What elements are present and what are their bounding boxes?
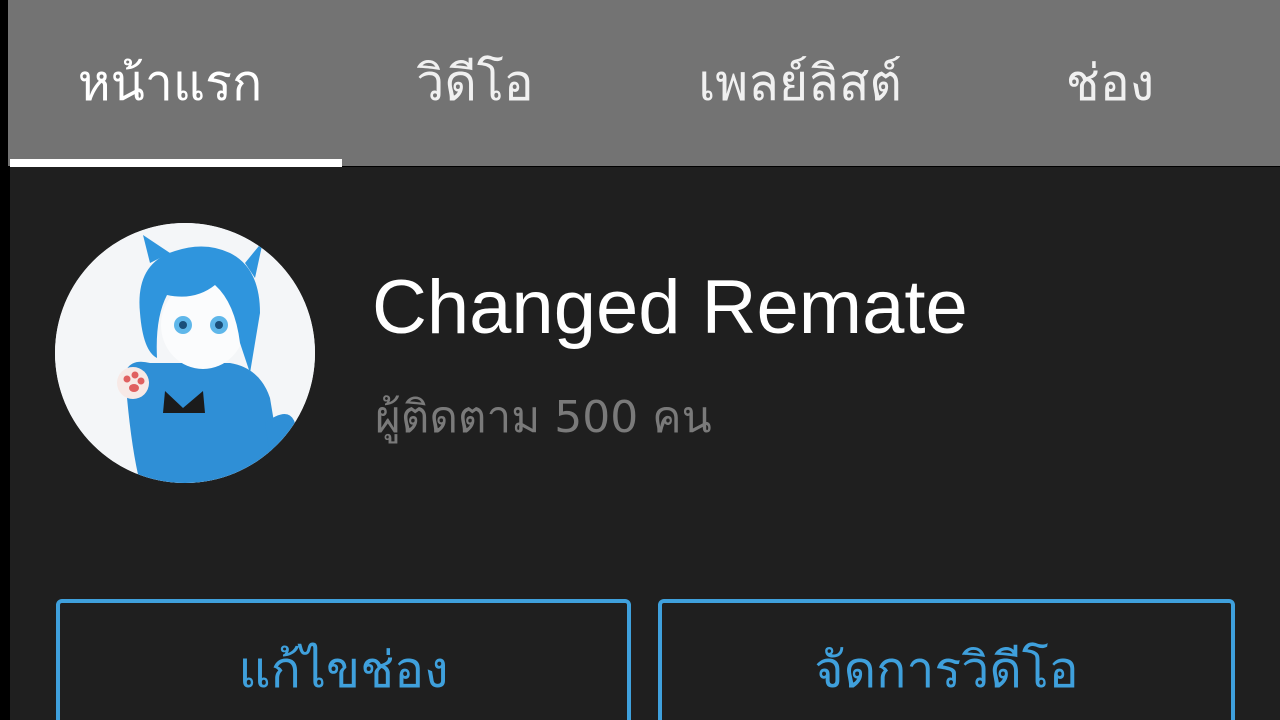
tab-playlists[interactable]: เพลย์ลิสต์ <box>660 0 940 166</box>
tab-playlists-label: เพลย์ลิสต์ <box>698 54 902 112</box>
channel-screen: หน้าแรก วิดีโอ เพลย์ลิสต์ ช่อง Changed R… <box>0 0 1280 720</box>
tab-videos[interactable]: วิดีโอ <box>370 0 580 166</box>
tab-videos-label: วิดีโอ <box>416 54 534 112</box>
tab-home[interactable]: หน้าแรก <box>40 0 300 166</box>
active-tab-indicator <box>10 159 342 167</box>
manage-videos-label: จัดการวิดีโอ <box>814 641 1079 699</box>
tab-channels-label: ช่อง <box>1065 54 1155 112</box>
channel-avatar[interactable] <box>55 223 315 483</box>
subscriber-count: ผู้ติดตาม 500 คน <box>375 392 712 443</box>
tab-home-label: หน้าแรก <box>77 54 263 112</box>
channel-name: Changed Remate <box>372 265 968 350</box>
blue-haired-anime-character-avatar-icon <box>55 223 315 483</box>
edit-channel-button[interactable]: แก้ไขช่อง <box>56 599 631 720</box>
manage-videos-button[interactable]: จัดการวิดีโอ <box>658 599 1235 720</box>
edit-channel-label: แก้ไขช่อง <box>238 641 449 699</box>
tab-channels[interactable]: ช่อง <box>1030 0 1190 166</box>
